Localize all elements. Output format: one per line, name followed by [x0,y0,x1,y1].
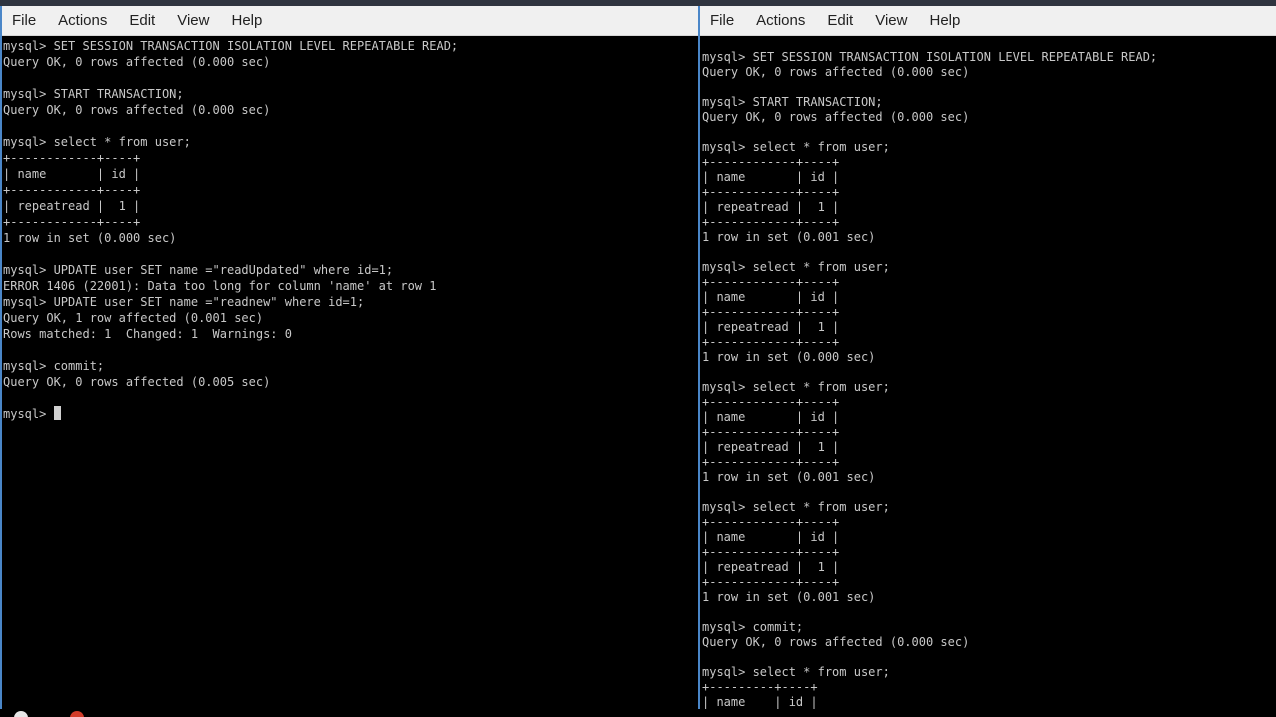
terminal-line: Query OK, 1 row affected (0.001 sec) [3,311,264,325]
terminal-line: Query OK, 0 rows affected (0.000 sec) [702,635,970,649]
terminal-line: 1 row in set (0.000 sec) [3,231,177,245]
bottom-strip [0,709,698,717]
menu-help[interactable]: Help [220,12,273,29]
terminal-window-right[interactable]: File Actions Edit View Help mysql> SET S… [700,6,1276,717]
terminal-line: | repeatread | 1 | [3,199,141,213]
terminal-line: 1 row in set (0.000 sec) [702,350,876,364]
terminal-line: +------------+----+ [3,151,141,165]
terminal-line: 1 row in set (0.001 sec) [702,230,876,244]
terminal-line: +------------+----+ [702,395,840,409]
terminal-line: +------------+----+ [702,575,840,589]
terminal-line: +------------+----+ [702,335,840,349]
terminal-line: mysql> select * from user; [702,665,890,679]
terminal-line: 1 row in set (0.001 sec) [702,470,876,484]
terminal-line: +------------+----+ [702,215,840,229]
terminal-prompt: mysql> [3,407,54,421]
terminal-line: Query OK, 0 rows affected (0.005 sec) [3,375,271,389]
terminal-window-left[interactable]: File Actions Edit View Help mysql> SET S… [0,6,698,717]
terminal-lines: mysql> SET SESSION TRANSACTION ISOLATION… [3,38,698,406]
terminal-line: +---------+----+ [702,680,818,694]
terminal-line: mysql> SET SESSION TRANSACTION ISOLATION… [3,39,459,53]
terminal-line: mysql> START TRANSACTION; [3,87,184,101]
terminal-line: mysql> select * from user; [3,135,191,149]
terminal-line: +------------+----+ [3,183,141,197]
terminal-line: mysql> SET SESSION TRANSACTION ISOLATION… [702,50,1158,64]
terminal-line: mysql> commit; [3,359,105,373]
terminal-line: +------------+----+ [702,455,840,469]
terminal-line: | name | id | [3,167,141,181]
terminal-line: | name | id | [702,410,840,424]
terminal-line: +------------+----+ [702,515,840,529]
terminal-line: | name | id | [702,530,840,544]
terminal-line: mysql> UPDATE user SET name ="readnew" w… [3,295,365,309]
terminal-line: Rows matched: 1 Changed: 1 Warnings: 0 [3,327,292,341]
terminal-line: 1 row in set (0.001 sec) [702,590,876,604]
terminal-line: | repeatread | 1 | [702,320,840,334]
terminal-line: Query OK, 0 rows affected (0.000 sec) [702,110,970,124]
terminal-line: +------------+----+ [702,425,840,439]
terminal-line: mysql> select * from user; [702,140,890,154]
terminal-line: | name | id | [702,170,840,184]
terminal-line: ERROR 1406 (22001): Data too long for co… [3,279,437,293]
text-cursor [53,406,61,420]
terminal-line: | repeatread | 1 | [702,440,840,454]
terminal-line: mysql> commit; [702,620,804,634]
terminal-line: Query OK, 0 rows affected (0.000 sec) [3,55,271,69]
terminal-line: Query OK, 0 rows affected (0.000 sec) [3,103,271,117]
terminal-line: mysql> select * from user; [702,260,890,274]
menu-help[interactable]: Help [918,12,971,29]
terminal-output-left[interactable]: mysql> SET SESSION TRANSACTION ISOLATION… [2,36,698,422]
menu-file[interactable]: File [700,12,745,29]
menubar-left: File Actions Edit View Help [2,6,698,36]
terminal-line: +------------+----+ [702,545,840,559]
terminal-lines: mysql> SET SESSION TRANSACTION ISOLATION… [702,50,1276,710]
terminal-line: +------------+----+ [702,305,840,319]
terminal-line: +------------+----+ [702,185,840,199]
terminal-line: mysql> select * from user; [702,380,890,394]
menu-actions[interactable]: Actions [745,12,816,29]
terminal-line: | repeatread | 1 | [702,200,840,214]
terminal-output-right[interactable]: mysql> SET SESSION TRANSACTION ISOLATION… [700,36,1276,710]
terminal-line: | name | id | [702,290,840,304]
menubar-right: File Actions Edit View Help [700,6,1276,36]
terminal-line: Query OK, 0 rows affected (0.000 sec) [702,65,970,79]
terminal-line: | repeatread | 1 | [702,560,840,574]
terminal-line: mysql> select * from user; [702,500,890,514]
menu-actions[interactable]: Actions [47,12,118,29]
menu-view[interactable]: View [864,12,918,29]
terminal-line: +------------+----+ [702,155,840,169]
terminal-line: +------------+----+ [3,215,141,229]
terminal-line: +------------+----+ [702,275,840,289]
menu-edit[interactable]: Edit [118,12,166,29]
menu-file[interactable]: File [2,12,47,29]
terminal-line: | name | id | [702,695,818,709]
terminal-line: mysql> START TRANSACTION; [702,95,883,109]
menu-view[interactable]: View [166,12,220,29]
terminal-line: mysql> UPDATE user SET name ="readUpdate… [3,263,394,277]
menu-edit[interactable]: Edit [816,12,864,29]
